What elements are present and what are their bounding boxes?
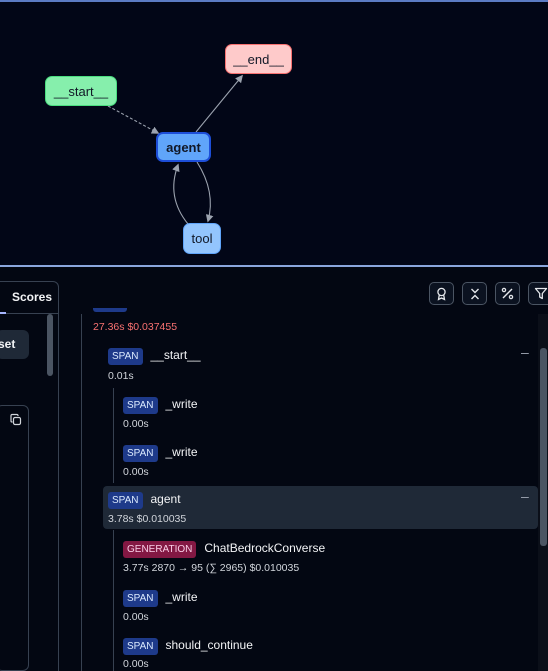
edge-agent-end bbox=[195, 74, 243, 133]
trace-item-meta: 0.00s bbox=[123, 658, 149, 670]
trace-item-meta: 0.00s bbox=[123, 611, 149, 623]
trace-scrollbar[interactable] bbox=[538, 314, 548, 671]
trace-panel: Scores set 27.36s $0.037455 SPAN __start_… bbox=[0, 268, 548, 671]
trace-item-write[interactable]: SPAN _write bbox=[123, 443, 198, 462]
graph-edges bbox=[107, 74, 243, 225]
collapse-toggle[interactable]: – bbox=[521, 488, 529, 504]
root-span-badge bbox=[93, 308, 127, 312]
trace-item-meta: 0.00s bbox=[123, 466, 149, 478]
award-icon bbox=[437, 287, 446, 301]
trace-item-agent[interactable]: SPAN agent bbox=[108, 490, 181, 509]
collapse-toggle[interactable]: – bbox=[521, 344, 529, 360]
span-badge: SPAN bbox=[108, 348, 143, 365]
indent-line bbox=[113, 388, 114, 483]
trace-scrollbar-thumb[interactable] bbox=[540, 348, 547, 546]
filter-icon bbox=[534, 287, 548, 300]
generation-badge: GENERATION bbox=[123, 541, 197, 558]
trace-item-name: should_continue bbox=[165, 638, 253, 652]
edge-start-agent bbox=[107, 105, 160, 134]
trace-item-name: __start__ bbox=[150, 348, 201, 362]
node-agent[interactable]: agent bbox=[156, 132, 211, 162]
trace-item-name: _write bbox=[165, 397, 198, 411]
node-tool[interactable]: tool bbox=[183, 223, 221, 254]
trace-item-meta: 3.78s $0.010035 bbox=[108, 513, 187, 525]
detail-card bbox=[0, 405, 29, 671]
tree-root-line bbox=[81, 314, 82, 671]
span-badge: SPAN bbox=[108, 492, 143, 509]
collapse-all-button[interactable] bbox=[462, 282, 487, 305]
trace-item-write[interactable]: SPAN _write bbox=[123, 395, 198, 414]
node-end[interactable]: __end__ bbox=[225, 44, 292, 74]
tab-indicator bbox=[0, 312, 6, 314]
graph-view: __start__ __end__ agent tool bbox=[0, 0, 548, 267]
trace-item-meta: 0.01s bbox=[108, 370, 134, 382]
trace-item-generation[interactable]: GENERATION ChatBedrockConverse bbox=[123, 539, 325, 558]
trace-item-meta: 3.77s 2870 → 95 (∑ 2965) $0.010035 bbox=[123, 562, 300, 574]
indent-line bbox=[113, 530, 114, 671]
trace-item-should-continue[interactable]: SPAN should_continue bbox=[123, 636, 253, 655]
tab-scores[interactable]: Scores bbox=[0, 281, 59, 314]
pane-divider bbox=[58, 314, 59, 671]
filter-button[interactable] bbox=[528, 282, 548, 305]
left-scrollbar-thumb[interactable] bbox=[47, 314, 53, 376]
trace-item-meta: 0.00s bbox=[123, 418, 149, 430]
span-badge: SPAN bbox=[123, 590, 158, 607]
percent-button[interactable] bbox=[495, 282, 520, 305]
root-meta: 27.36s $0.037455 bbox=[93, 321, 178, 333]
left-scrollbar[interactable] bbox=[46, 314, 54, 671]
copy-icon[interactable] bbox=[9, 413, 23, 427]
reset-button[interactable]: set bbox=[0, 330, 29, 359]
trace-item-name: agent bbox=[150, 492, 181, 506]
award-button[interactable] bbox=[429, 282, 454, 305]
edge-agent-tool bbox=[196, 161, 214, 223]
collapse-icon bbox=[470, 288, 479, 299]
trace-item-start[interactable]: SPAN __start__ bbox=[108, 346, 201, 365]
trace-item-name: ChatBedrockConverse bbox=[204, 541, 326, 555]
percent-icon bbox=[501, 287, 514, 300]
span-badge: SPAN bbox=[123, 638, 158, 655]
trace-item-write[interactable]: SPAN _write bbox=[123, 588, 198, 607]
trace-item-name: _write bbox=[165, 445, 198, 459]
edge-tool-agent bbox=[172, 163, 189, 225]
trace-item-name: _write bbox=[165, 590, 198, 604]
span-badge: SPAN bbox=[123, 397, 158, 414]
span-badge: SPAN bbox=[123, 445, 158, 462]
node-start[interactable]: __start__ bbox=[45, 76, 117, 106]
